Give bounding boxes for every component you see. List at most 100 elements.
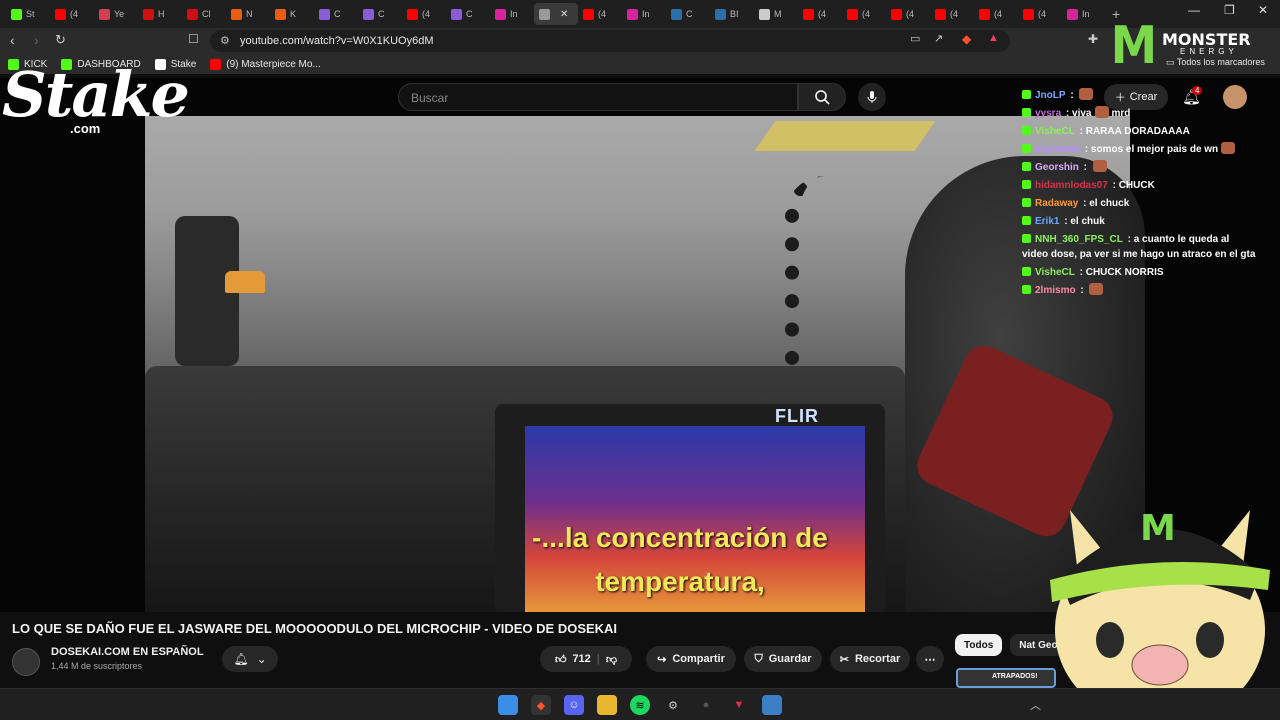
- brave-rewards-icon[interactable]: ▲: [988, 32, 999, 44]
- address-bar[interactable]: ⚙ youtube.com/watch?v=W0X1KUOy6dM: [210, 30, 1010, 52]
- browser-tab[interactable]: C: [314, 3, 358, 25]
- bookmark-item[interactable]: (9) Masterpiece Mo...: [210, 58, 321, 70]
- like-button[interactable]: 👍︎ 712: [555, 653, 591, 666]
- browser-tab[interactable]: H: [138, 3, 182, 25]
- search-button[interactable]: [798, 83, 846, 111]
- browser-tab[interactable]: (4: [1018, 3, 1062, 25]
- bookmark-icon[interactable]: ☐: [188, 32, 199, 46]
- close-window-icon[interactable]: ✕: [1258, 3, 1268, 17]
- more-actions-button[interactable]: ⋯: [916, 646, 944, 672]
- browser-tab[interactable]: (4: [402, 3, 446, 25]
- chat-username: NNH_360_FPS_CL: [1035, 234, 1123, 245]
- extensions-icon[interactable]: ✚: [1088, 32, 1098, 46]
- filter-chip[interactable]: Todos: [955, 634, 1003, 656]
- subscription-bell-button[interactable]: 🔔︎ ⌄: [222, 646, 278, 672]
- kick-badge-icon: [1022, 144, 1031, 153]
- chat-emote-icon: [1221, 142, 1236, 154]
- chat-username: sayotrom: [1035, 144, 1081, 155]
- browser-tab[interactable]: (4: [886, 3, 930, 25]
- kick-badge-icon: [1022, 90, 1031, 99]
- road-marking: [754, 121, 936, 151]
- close-tab-icon[interactable]: ✕: [560, 9, 568, 20]
- save-button[interactable]: ⛉ Guardar: [744, 646, 822, 672]
- browser-tab[interactable]: Cl: [182, 3, 226, 25]
- tab-favicon-icon: [671, 8, 682, 20]
- chat-text: el chuck: [1089, 198, 1130, 209]
- brave-shield-icon[interactable]: ◆: [962, 32, 971, 46]
- subscriber-count: 1,44 M de suscriptores: [51, 661, 143, 671]
- back-icon[interactable]: ‹: [10, 32, 15, 48]
- browser-tab[interactable]: St: [6, 3, 50, 25]
- browser-tab[interactable]: K: [270, 3, 314, 25]
- cast-icon[interactable]: ▭: [910, 32, 920, 45]
- stream-chat: JnoLP : yysra : viva mrd VisheCL : RARAA D…: [1022, 88, 1258, 301]
- browser-tab[interactable]: In: [1062, 3, 1106, 25]
- clip-label: Recortar: [854, 653, 901, 665]
- spotify-icon[interactable]: ≋: [630, 695, 650, 715]
- kick-badge-icon: [1022, 216, 1031, 225]
- calculator-icon[interactable]: [762, 695, 782, 715]
- reload-icon[interactable]: ↻: [55, 32, 66, 48]
- chat-username: Georshin: [1035, 162, 1079, 173]
- file-explorer-icon[interactable]: [597, 695, 617, 715]
- steam-icon[interactable]: ⚙: [663, 695, 683, 715]
- dislike-button[interactable]: 👎︎: [606, 653, 617, 666]
- save-icon: ⛉: [754, 652, 763, 665]
- maximize-icon[interactable]: ❐: [1224, 3, 1235, 17]
- tab-favicon-icon: [55, 8, 66, 20]
- tab-favicon-icon: [143, 8, 154, 20]
- system-tray-chevron-icon[interactable]: ︿: [1030, 697, 1041, 713]
- share-button[interactable]: ↪ Compartir: [646, 646, 736, 672]
- browser-tab[interactable]: (4: [798, 3, 842, 25]
- browser-tab[interactable]: BI: [710, 3, 754, 25]
- browser-tab[interactable]: (4: [930, 3, 974, 25]
- app-icon[interactable]: ●: [696, 695, 716, 715]
- browser-tab[interactable]: M: [754, 3, 798, 25]
- minimize-icon[interactable]: —: [1188, 3, 1200, 17]
- all-bookmarks-button[interactable]: ▭ Todos los marcadores: [1166, 57, 1265, 68]
- share-label: Compartir: [672, 653, 725, 665]
- discord-icon[interactable]: ☺: [564, 695, 584, 715]
- tab-favicon-icon: [451, 8, 462, 20]
- browser-tab[interactable]: (4: [578, 3, 622, 25]
- browser-tab[interactable]: N: [226, 3, 270, 25]
- browser-tab[interactable]: (4: [50, 3, 94, 25]
- search-input[interactable]: Buscar: [398, 83, 798, 111]
- tab-label: In: [1082, 9, 1090, 19]
- start-menu-icon[interactable]: [498, 695, 518, 715]
- tab-favicon-icon: [275, 8, 286, 20]
- share-page-icon[interactable]: ↗: [934, 32, 943, 45]
- tab-favicon-icon: [891, 8, 902, 20]
- chevron-down-icon: ⌄: [256, 652, 267, 666]
- voice-search-button[interactable]: [858, 83, 886, 111]
- kick-badge-icon: [1022, 285, 1031, 294]
- browser-tab[interactable]: Ye: [94, 3, 138, 25]
- channel-name[interactable]: DOSEKAI.COM EN ESPAÑOL: [51, 646, 204, 658]
- chat-text: el chuk: [1070, 216, 1105, 227]
- chat-text: viva: [1072, 108, 1092, 119]
- chat-message: VisheCL : CHUCK NORRIS: [1022, 265, 1258, 280]
- site-info-icon[interactable]: ⚙: [220, 34, 230, 47]
- forward-icon[interactable]: ›: [34, 32, 39, 48]
- browser-tab[interactable]: C: [358, 3, 402, 25]
- browser-tab[interactable]: ✕: [534, 3, 578, 25]
- like-count: 712: [572, 653, 591, 665]
- tab-label: (4: [950, 9, 959, 19]
- tab-label: BI: [730, 9, 739, 19]
- browser-tab[interactable]: (4: [842, 3, 886, 25]
- browser-tab[interactable]: C: [666, 3, 710, 25]
- chat-username: Radaway: [1035, 198, 1079, 209]
- browser-tab[interactable]: (4: [974, 3, 1018, 25]
- browser-tab[interactable]: In: [490, 3, 534, 25]
- chat-message: Erik1 : el chuk: [1022, 214, 1258, 229]
- brave-browser-icon[interactable]: ◆: [531, 695, 551, 715]
- browser-tab[interactable]: In: [622, 3, 666, 25]
- search-placeholder: Buscar: [411, 91, 449, 105]
- chat-text: mrd: [1111, 108, 1131, 119]
- browser-toolbar: ‹ › ↻ ☐ ⚙ youtube.com/watch?v=W0X1KUOy6d…: [0, 28, 1280, 54]
- valorant-icon[interactable]: ▼: [729, 695, 749, 715]
- monster-energy-text: ENERGY: [1180, 47, 1238, 56]
- clip-button[interactable]: ✂ Recortar: [830, 646, 910, 672]
- browser-tab[interactable]: C: [446, 3, 490, 25]
- channel-avatar[interactable]: [12, 648, 40, 676]
